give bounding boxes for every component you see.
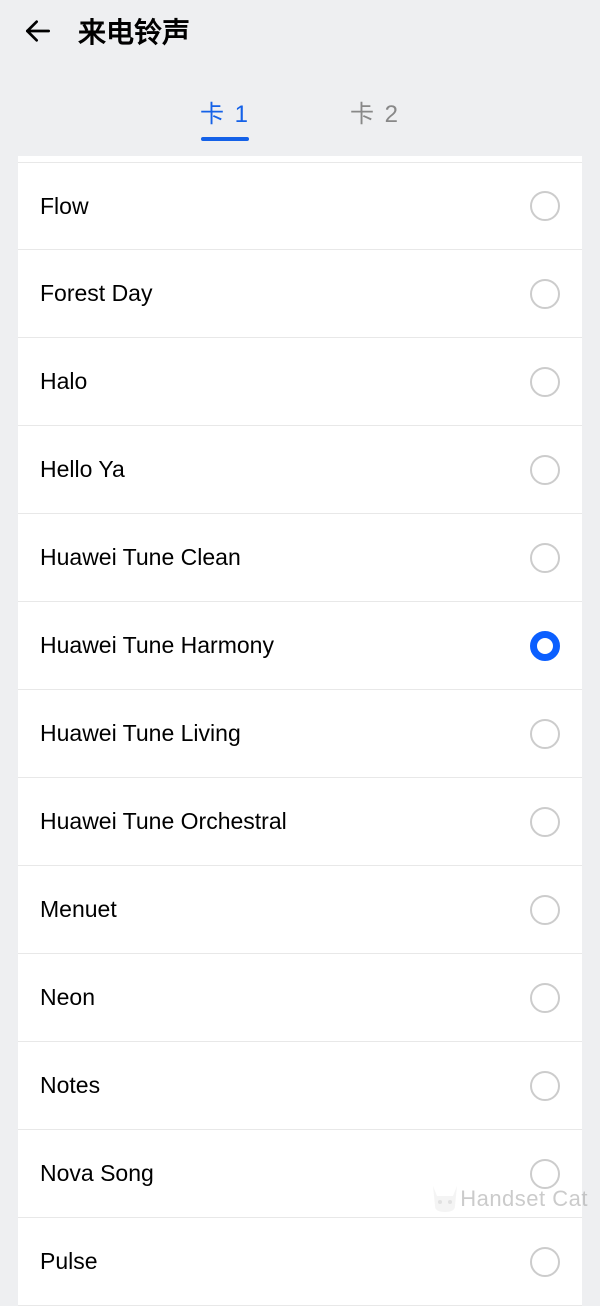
radio-icon bbox=[530, 191, 560, 221]
ringtone-label: Hello Ya bbox=[40, 456, 125, 483]
ringtone-label: Forest Day bbox=[40, 280, 152, 307]
watermark-text: Handset Cat bbox=[460, 1186, 588, 1212]
radio-icon bbox=[530, 719, 560, 749]
ringtone-item-forest-day[interactable]: Forest Day bbox=[18, 250, 582, 338]
ringtone-item-flow[interactable]: Flow bbox=[18, 162, 582, 250]
ringtone-label: Menuet bbox=[40, 896, 117, 923]
ringtone-label: Neon bbox=[40, 984, 95, 1011]
radio-icon bbox=[530, 1247, 560, 1277]
ringtone-item-huawei-tune-living[interactable]: Huawei Tune Living bbox=[18, 690, 582, 778]
ringtone-label: Halo bbox=[40, 368, 87, 395]
back-button[interactable] bbox=[18, 11, 58, 51]
ringtone-item-huawei-tune-orchestral[interactable]: Huawei Tune Orchestral bbox=[18, 778, 582, 866]
radio-icon bbox=[530, 1159, 560, 1189]
ringtone-label: Flow bbox=[40, 193, 89, 220]
ringtone-label: Nova Song bbox=[40, 1160, 154, 1187]
ringtone-label: Huawei Tune Living bbox=[40, 720, 241, 747]
tab-card1[interactable]: 卡 1 bbox=[200, 94, 250, 141]
ringtone-item-menuet[interactable]: Menuet bbox=[18, 866, 582, 954]
ringtone-label: Huawei Tune Orchestral bbox=[40, 808, 287, 835]
radio-icon bbox=[530, 543, 560, 573]
ringtone-label: Huawei Tune Clean bbox=[40, 544, 241, 571]
header: 来电铃声 bbox=[0, 0, 600, 62]
ringtone-list: Flow Forest Day Halo Hello Ya Huawei Tun… bbox=[18, 156, 582, 1306]
ringtone-label: Pulse bbox=[40, 1248, 98, 1275]
radio-icon bbox=[530, 983, 560, 1013]
tabs-container: 卡 1 卡 2 bbox=[0, 62, 600, 144]
page-title: 来电铃声 bbox=[78, 11, 190, 51]
ringtone-item-huawei-tune-clean[interactable]: Huawei Tune Clean bbox=[18, 514, 582, 602]
ringtone-item-notes[interactable]: Notes bbox=[18, 1042, 582, 1130]
ringtone-item-neon[interactable]: Neon bbox=[18, 954, 582, 1042]
radio-icon bbox=[530, 895, 560, 925]
radio-icon bbox=[530, 807, 560, 837]
radio-icon bbox=[530, 1071, 560, 1101]
ringtone-item-hello-ya[interactable]: Hello Ya bbox=[18, 426, 582, 514]
radio-icon bbox=[530, 367, 560, 397]
ringtone-item-halo[interactable]: Halo bbox=[18, 338, 582, 426]
radio-icon bbox=[530, 455, 560, 485]
watermark-cat-icon bbox=[425, 1178, 465, 1218]
ringtone-item-huawei-tune-harmony[interactable]: Huawei Tune Harmony bbox=[18, 602, 582, 690]
ringtone-label: Huawei Tune Harmony bbox=[40, 632, 274, 659]
ringtone-label: Notes bbox=[40, 1072, 100, 1099]
radio-icon-selected bbox=[530, 631, 560, 661]
ringtone-item-pulse[interactable]: Pulse bbox=[18, 1218, 582, 1306]
radio-icon bbox=[530, 279, 560, 309]
tab-card2[interactable]: 卡 2 bbox=[350, 94, 400, 141]
back-arrow-icon bbox=[22, 15, 54, 47]
